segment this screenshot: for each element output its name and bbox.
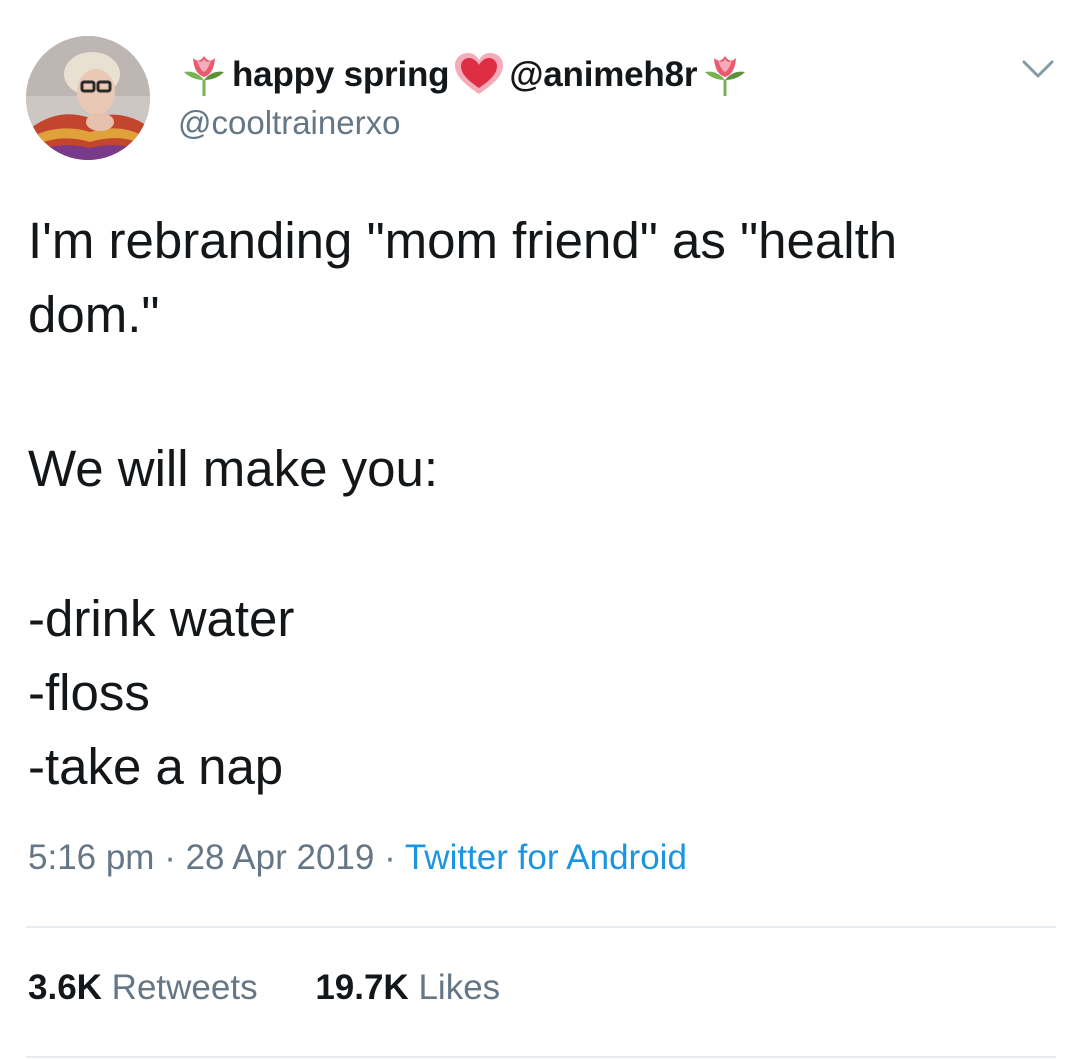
- tweet-text-line: dom.": [28, 286, 160, 343]
- avatar[interactable]: [26, 36, 150, 160]
- tweet-text-line: I'm rebranding "mom friend" as "health: [28, 212, 898, 269]
- divider: [26, 1056, 1056, 1058]
- tweet-meta: 5:16 pm · 28 Apr 2019 · Twitter for Andr…: [28, 838, 687, 878]
- tulip-icon: [699, 50, 751, 100]
- display-name-part-2: @animeh8r: [509, 55, 698, 94]
- retweets-stat[interactable]: 3.6K Retweets: [28, 968, 258, 1008]
- tweet-date[interactable]: 28 Apr 2019: [186, 838, 375, 877]
- tweet-text: I'm rebranding "mom friend" as "health d…: [28, 204, 1048, 804]
- user-handle[interactable]: @cooltrainerxo: [178, 104, 400, 142]
- list-item: -floss: [28, 664, 150, 721]
- tulip-icon: [178, 50, 230, 100]
- tweet-stats: 3.6K Retweets 19.7K Likes: [28, 968, 500, 1008]
- likes-count: 19.7K: [315, 968, 409, 1007]
- list-item: -take a nap: [28, 738, 284, 795]
- tweet-time[interactable]: 5:16 pm: [28, 838, 154, 877]
- meta-separator: ·: [374, 838, 405, 877]
- list-item: -drink water: [28, 590, 295, 647]
- likes-label: Likes: [418, 968, 501, 1007]
- display-name[interactable]: happy spring @animeh8r: [178, 48, 751, 102]
- chevron-down-icon[interactable]: [1018, 52, 1058, 84]
- retweets-count: 3.6K: [28, 968, 102, 1007]
- display-name-part-1: happy spring: [232, 55, 450, 94]
- tweet-card: happy spring @animeh8r @cooltrainerxo I'…: [0, 0, 1080, 1060]
- avatar-photo: [26, 36, 150, 160]
- heart-icon: [451, 50, 507, 100]
- retweets-label: Retweets: [111, 968, 258, 1007]
- tweet-text-line: We will make you:: [28, 440, 439, 497]
- likes-stat[interactable]: 19.7K Likes: [315, 968, 500, 1008]
- divider: [26, 926, 1056, 928]
- tweet-source-link[interactable]: Twitter for Android: [405, 838, 687, 877]
- meta-separator: ·: [154, 838, 186, 877]
